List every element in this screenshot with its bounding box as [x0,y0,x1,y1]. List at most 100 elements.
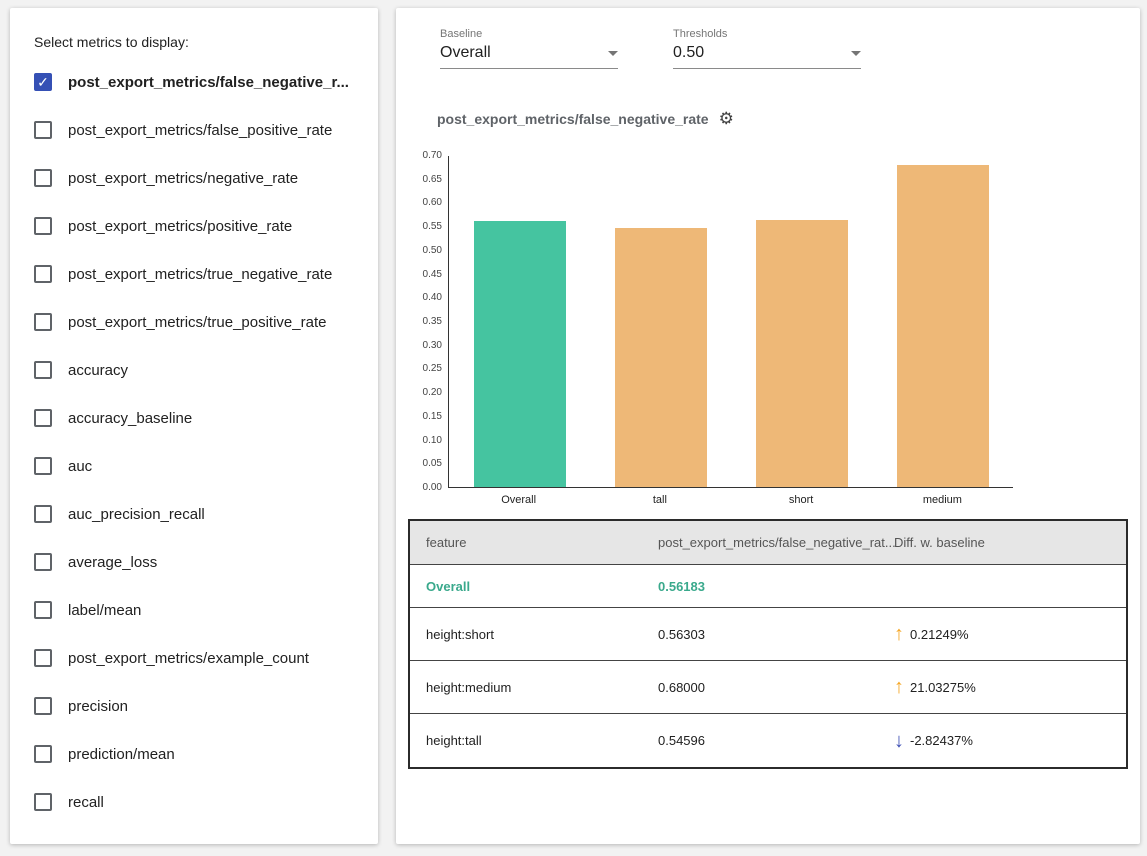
thresholds-select-label: Thresholds [673,28,861,40]
feature-cell: Overall [426,579,658,594]
baseline-select-value: Overall [440,44,491,62]
x-tick-label: Overall [459,494,579,506]
y-tick-label: 0.25 [408,363,442,374]
checkbox-unchecked-icon[interactable] [34,265,52,283]
metric-item[interactable]: post_export_metrics/negative_rate [34,154,362,202]
metric-label: auc [68,458,92,475]
metrics-panel-title: Select metrics to display: [34,34,362,50]
metric-item[interactable]: ✓post_export_metrics/false_negative_r... [34,58,362,106]
gear-icon[interactable]: ⚙ [719,110,734,127]
y-tick-label: 0.65 [408,174,442,185]
metric-item[interactable]: accuracy [34,346,362,394]
checkbox-unchecked-icon[interactable] [34,649,52,667]
value-cell: 0.68000 [658,680,894,695]
x-axis-labels: Overalltallshortmedium [448,494,1013,510]
table-row[interactable]: height:tall0.54596↓-2.82437% [410,714,1126,767]
bar-tall[interactable] [615,228,707,487]
thresholds-select-value: 0.50 [673,44,704,62]
results-panel: Baseline Overall Thresholds 0.50 post_ex… [396,8,1140,844]
metric-item[interactable]: recall [34,778,362,826]
metric-label: post_export_metrics/false_positive_rate [68,122,332,139]
metric-item[interactable]: label/mean [34,586,362,634]
controls-row: Baseline Overall Thresholds 0.50 [440,28,861,69]
diff-value: 0.21249% [910,627,969,642]
y-tick-label: 0.15 [408,411,442,422]
metric-label: recall [68,794,104,811]
metric-item[interactable]: average_loss [34,538,362,586]
metric-label: accuracy_baseline [68,410,192,427]
value-cell: 0.56183 [658,579,894,594]
checkbox-unchecked-icon[interactable] [34,361,52,379]
chevron-down-icon [608,51,618,56]
y-tick-label: 0.20 [408,387,442,398]
table-row[interactable]: height:short0.56303↑0.21249% [410,608,1126,661]
metric-item[interactable]: accuracy_baseline [34,394,362,442]
y-tick-label: 0.45 [408,269,442,280]
metric-label: average_loss [68,554,157,571]
bar-medium[interactable] [897,165,989,488]
table-header-metric: post_export_metrics/false_negative_rat..… [658,535,894,550]
metric-item[interactable]: post_export_metrics/true_negative_rate [34,250,362,298]
diff-value: -2.82437% [910,733,973,748]
checkbox-unchecked-icon[interactable] [34,601,52,619]
checkbox-unchecked-icon[interactable] [34,217,52,235]
metric-item[interactable]: auc_precision_recall [34,490,362,538]
metric-label: label/mean [68,602,141,619]
metric-label: post_export_metrics/true_positive_rate [68,314,326,331]
diff-cell: ↑21.03275% [894,677,1126,697]
feature-cell: height:tall [426,733,658,748]
x-tick-label: short [741,494,861,506]
x-tick-label: tall [600,494,720,506]
checkbox-unchecked-icon[interactable] [34,745,52,763]
metrics-table: feature post_export_metrics/false_negati… [408,519,1128,769]
metric-label: accuracy [68,362,128,379]
checkbox-unchecked-icon[interactable] [34,793,52,811]
metrics-list: ✓post_export_metrics/false_negative_r...… [34,58,362,826]
metric-item[interactable]: prediction/mean [34,730,362,778]
metric-item[interactable]: auc [34,442,362,490]
bar-short[interactable] [756,220,848,487]
metric-item[interactable]: post_export_metrics/false_positive_rate [34,106,362,154]
diff-cell: ↑ 0.21249% [894,624,1126,644]
baseline-select-field: Baseline Overall [440,28,618,69]
checkbox-unchecked-icon[interactable] [34,409,52,427]
metric-label: post_export_metrics/positive_rate [68,218,292,235]
y-tick-label: 0.35 [408,316,442,327]
checkbox-unchecked-icon[interactable] [34,313,52,331]
thresholds-select[interactable]: 0.50 [673,44,861,69]
arrow-up-icon: ↑ [894,624,904,644]
baseline-select[interactable]: Overall [440,44,618,69]
metric-label: precision [68,698,128,715]
checkbox-unchecked-icon[interactable] [34,121,52,139]
plot-area [448,156,1013,488]
metric-label: post_export_metrics/true_negative_rate [68,266,332,283]
table-header-row: feature post_export_metrics/false_negati… [410,521,1126,565]
table-row[interactable]: Overall0.56183 [410,565,1126,608]
y-tick-label: 0.05 [408,458,442,469]
checkbox-unchecked-icon[interactable] [34,553,52,571]
chevron-down-icon [851,51,861,56]
table-row[interactable]: height:medium0.68000↑21.03275% [410,661,1126,714]
baseline-select-label: Baseline [440,28,618,40]
checkbox-unchecked-icon[interactable] [34,697,52,715]
y-tick-label: 0.00 [408,482,442,493]
checkbox-checked-icon[interactable]: ✓ [34,73,52,91]
metrics-selector-panel: Select metrics to display: ✓post_export_… [10,8,378,844]
checkbox-unchecked-icon[interactable] [34,505,52,523]
metric-label: post_export_metrics/example_count [68,650,309,667]
metric-item[interactable]: post_export_metrics/true_positive_rate [34,298,362,346]
diff-cell: ↓-2.82437% [894,731,1126,751]
chart-header: post_export_metrics/false_negative_rate … [437,110,734,127]
bar-Overall[interactable] [474,221,566,487]
feature-cell: height:short [426,627,658,642]
thresholds-select-field: Thresholds 0.50 [673,28,861,69]
metric-item[interactable]: post_export_metrics/positive_rate [34,202,362,250]
metric-item[interactable]: post_export_metrics/example_count [34,634,362,682]
checkbox-unchecked-icon[interactable] [34,169,52,187]
y-tick-label: 0.70 [408,150,442,161]
arrow-up-icon: ↑ [894,677,904,697]
feature-cell: height:medium [426,680,658,695]
metric-item[interactable]: precision [34,682,362,730]
y-tick-label: 0.50 [408,245,442,256]
checkbox-unchecked-icon[interactable] [34,457,52,475]
